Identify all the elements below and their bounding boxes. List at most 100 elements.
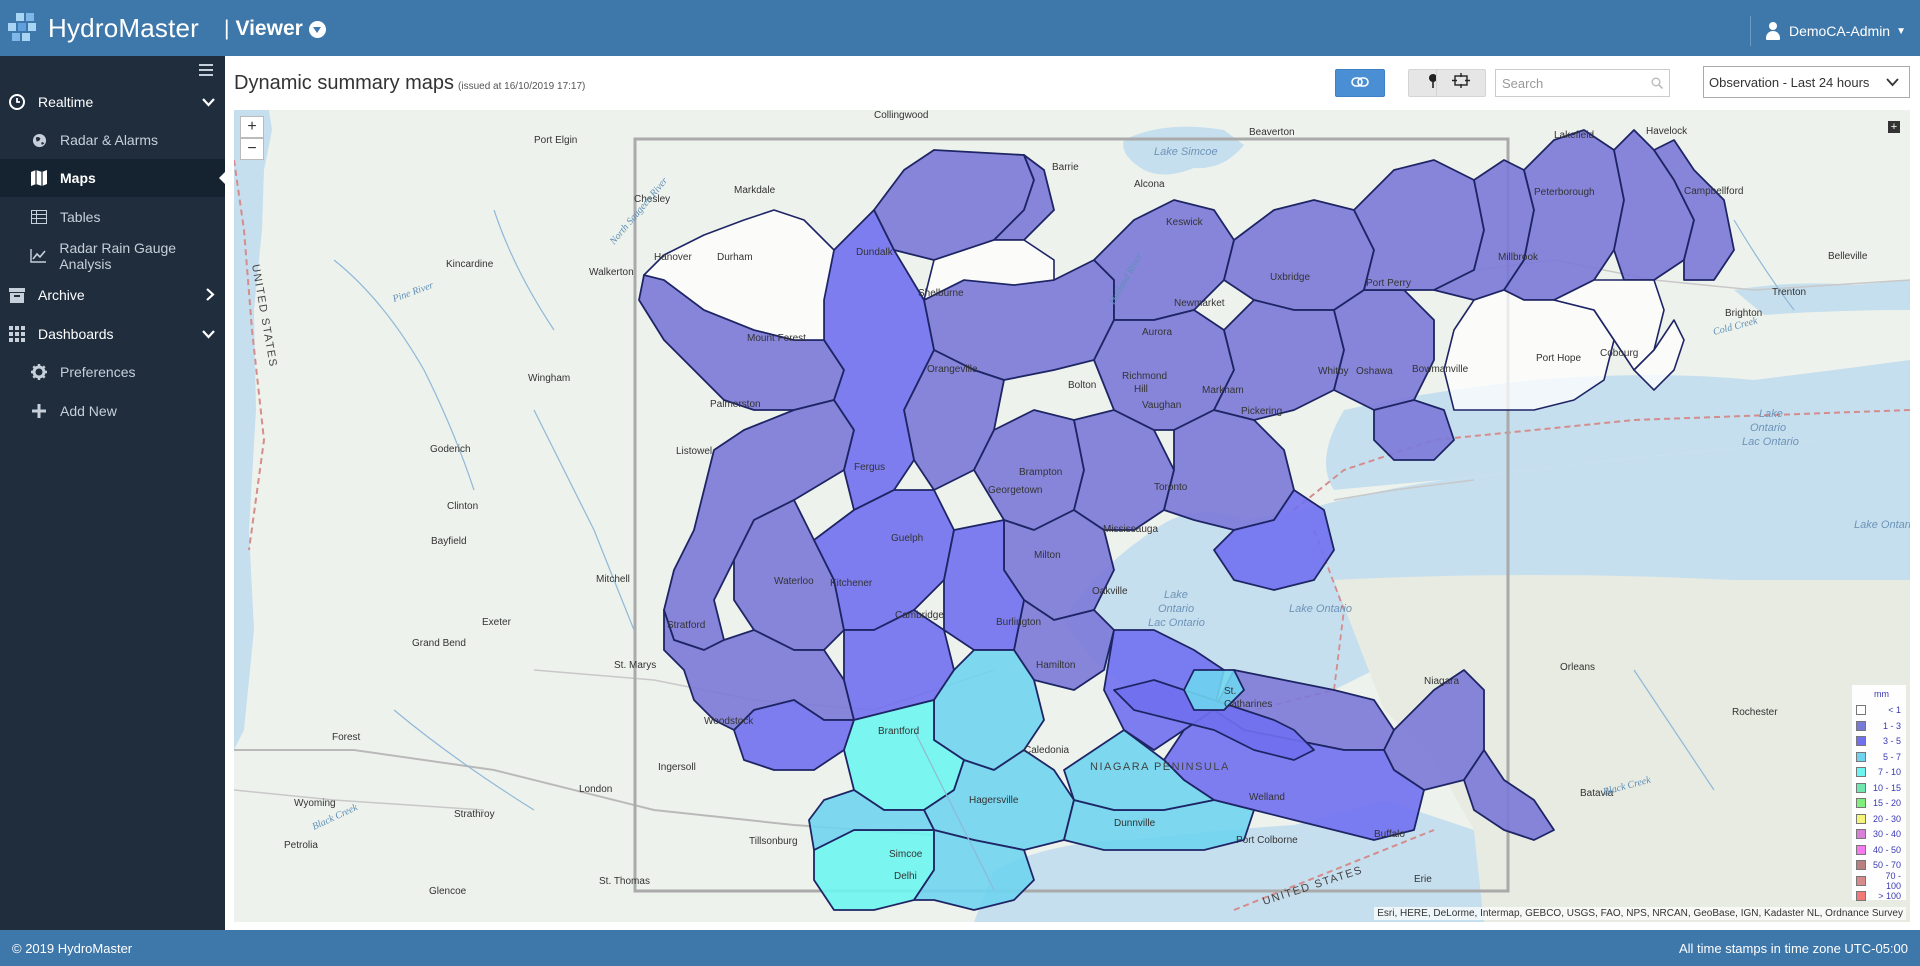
observation-period-select[interactable]: Observation - Last 24 hours <box>1703 66 1910 98</box>
plus-icon <box>30 402 48 420</box>
archive-icon <box>8 286 26 304</box>
lake-label: Lake <box>1164 589 1188 601</box>
lake-label: Lake Simcoe <box>1154 146 1218 158</box>
sidebar-item-preferences[interactable]: Preferences <box>0 353 225 391</box>
place-label: Alcona <box>1134 179 1165 190</box>
page-title: Dynamic summary maps (issued at 16/10/201… <box>234 72 585 95</box>
sidebar-group-realtime[interactable]: Realtime <box>0 84 225 120</box>
legend-label: 30 - 40 <box>1872 829 1901 839</box>
legend-swatch <box>1856 891 1866 901</box>
legend-swatch <box>1856 751 1866 762</box>
zoom-in-button[interactable]: + <box>240 116 264 138</box>
grid-icon <box>8 325 26 343</box>
place-label: Niagara <box>1424 676 1459 687</box>
place-label: Orleans <box>1560 662 1595 673</box>
legend-swatch <box>1856 813 1866 824</box>
place-label: Vaughan <box>1142 400 1181 411</box>
place-label: St. Thomas <box>599 876 650 887</box>
place-label: Hamilton <box>1036 660 1075 671</box>
sidebar-group-dashboards[interactable]: Dashboards <box>0 316 225 352</box>
extent-icon <box>1452 73 1470 93</box>
search-icon[interactable] <box>1651 77 1664 90</box>
legend-item: 7 - 10 <box>1856 765 1904 779</box>
viewer-menu[interactable]: | Viewer <box>224 17 326 41</box>
chevron-down-icon <box>202 95 215 110</box>
logo[interactable]: HydroMaster <box>6 10 199 46</box>
compare-button[interactable] <box>1335 69 1385 97</box>
place-label: Georgetown <box>988 485 1042 496</box>
search-placeholder: Search <box>1502 75 1544 91</box>
hamburger-icon[interactable] <box>199 64 213 76</box>
place-label: Waterloo <box>774 576 814 587</box>
place-label: Milton <box>1034 550 1061 561</box>
place-label: Stratford <box>667 620 705 631</box>
sidebar-item-maps[interactable]: Maps <box>0 159 225 197</box>
user-menu[interactable]: DemoCA-Admin ▼ <box>1749 16 1906 46</box>
main-header: Dynamic summary maps (issued at 16/10/201… <box>225 56 1920 110</box>
map-attribution: Esri, HERE, DeLorme, Intermap, GEBCO, US… <box>1374 907 1906 920</box>
catchment[interactable] <box>1353 159 1485 291</box>
place-label: Barrie <box>1052 162 1079 173</box>
place-label: Strathroy <box>454 809 495 820</box>
chevron-down-icon <box>308 20 326 38</box>
place-label: Clinton <box>447 501 478 512</box>
place-label: Mount Forest <box>747 333 806 344</box>
place-label: Petrolia <box>284 840 318 851</box>
place-label: Brantford <box>878 726 919 737</box>
legend-item: 1 - 3 <box>1856 719 1904 733</box>
timezone-note: All time stamps in time zone UTC-05:00 <box>1678 941 1908 956</box>
sidebar-item-radar-alarms[interactable]: Radar & Alarms <box>0 121 225 159</box>
legend-label: > 100 <box>1878 891 1901 901</box>
catchment[interactable] <box>1373 399 1455 461</box>
place-label: Cobourg <box>1600 348 1638 359</box>
catchment[interactable] <box>1163 409 1295 531</box>
lake-huron <box>234 110 272 750</box>
place-label: Whitby <box>1318 366 1349 377</box>
issued-timestamp: (issued at 16/10/2019 17:17) <box>458 81 586 92</box>
title-separator: | <box>224 17 230 40</box>
legend-swatch <box>1856 844 1866 855</box>
copyright: © 2019 HydroMaster <box>12 941 133 956</box>
zoom-out-button[interactable]: − <box>240 138 264 160</box>
place-label: Aurora <box>1142 327 1172 338</box>
legend-label: 70 - 100 <box>1885 870 1901 891</box>
place-label: Mississauga <box>1103 524 1158 535</box>
place-label: Walkerton <box>589 267 634 278</box>
place-label: Forest <box>332 732 361 743</box>
legend-swatch <box>1856 782 1866 793</box>
sidebar-item-tables[interactable]: Tables <box>0 198 225 236</box>
viewer-label: Viewer <box>235 17 303 40</box>
lake-label: Ontario <box>1158 603 1194 615</box>
lake-label: Ontario <box>1750 422 1786 434</box>
sidebar-group-archive[interactable]: Archive <box>0 277 225 313</box>
place-label: Cambridge <box>895 610 944 621</box>
lake-label: Lake <box>1759 408 1783 420</box>
catchment[interactable] <box>1213 299 1345 421</box>
place-label: Oshawa <box>1356 366 1393 377</box>
expand-icon[interactable]: + <box>1888 121 1900 133</box>
catchment[interactable] <box>1223 199 1375 311</box>
place-label: Pine River <box>390 280 435 305</box>
catchment[interactable] <box>1333 289 1435 411</box>
place-label: Toronto <box>1154 482 1188 493</box>
legend-swatch <box>1856 875 1866 886</box>
app-title: HydroMaster <box>48 12 200 43</box>
map[interactable]: Lake Simcoe Lake Ontario Lac Ontario Lak… <box>234 110 1910 922</box>
place-label: Kitchener <box>830 578 873 589</box>
place-label: Fergus <box>854 462 885 473</box>
place-label: Oakville <box>1092 586 1128 597</box>
place-label: Ingersoll <box>658 762 696 773</box>
place-label: Hagersville <box>969 795 1019 806</box>
sidebar-item-add-new[interactable]: Add New <box>0 392 225 430</box>
full-extent-button[interactable] <box>1436 69 1486 97</box>
user-icon <box>1765 22 1781 40</box>
legend-item: 15 - 20 <box>1856 796 1904 810</box>
sidebar-item-radar-rain-gauge-analysis[interactable]: Radar Rain Gauge Analysis <box>0 237 225 275</box>
place-label: Burlington <box>996 617 1041 628</box>
place-label: Simcoe <box>889 849 923 860</box>
lake-label: Lac Ontario <box>1148 617 1205 629</box>
map-icon <box>30 169 48 187</box>
table-icon <box>30 208 48 226</box>
search-input[interactable]: Search <box>1495 69 1670 97</box>
sidebar-item-label: Maps <box>60 170 96 186</box>
